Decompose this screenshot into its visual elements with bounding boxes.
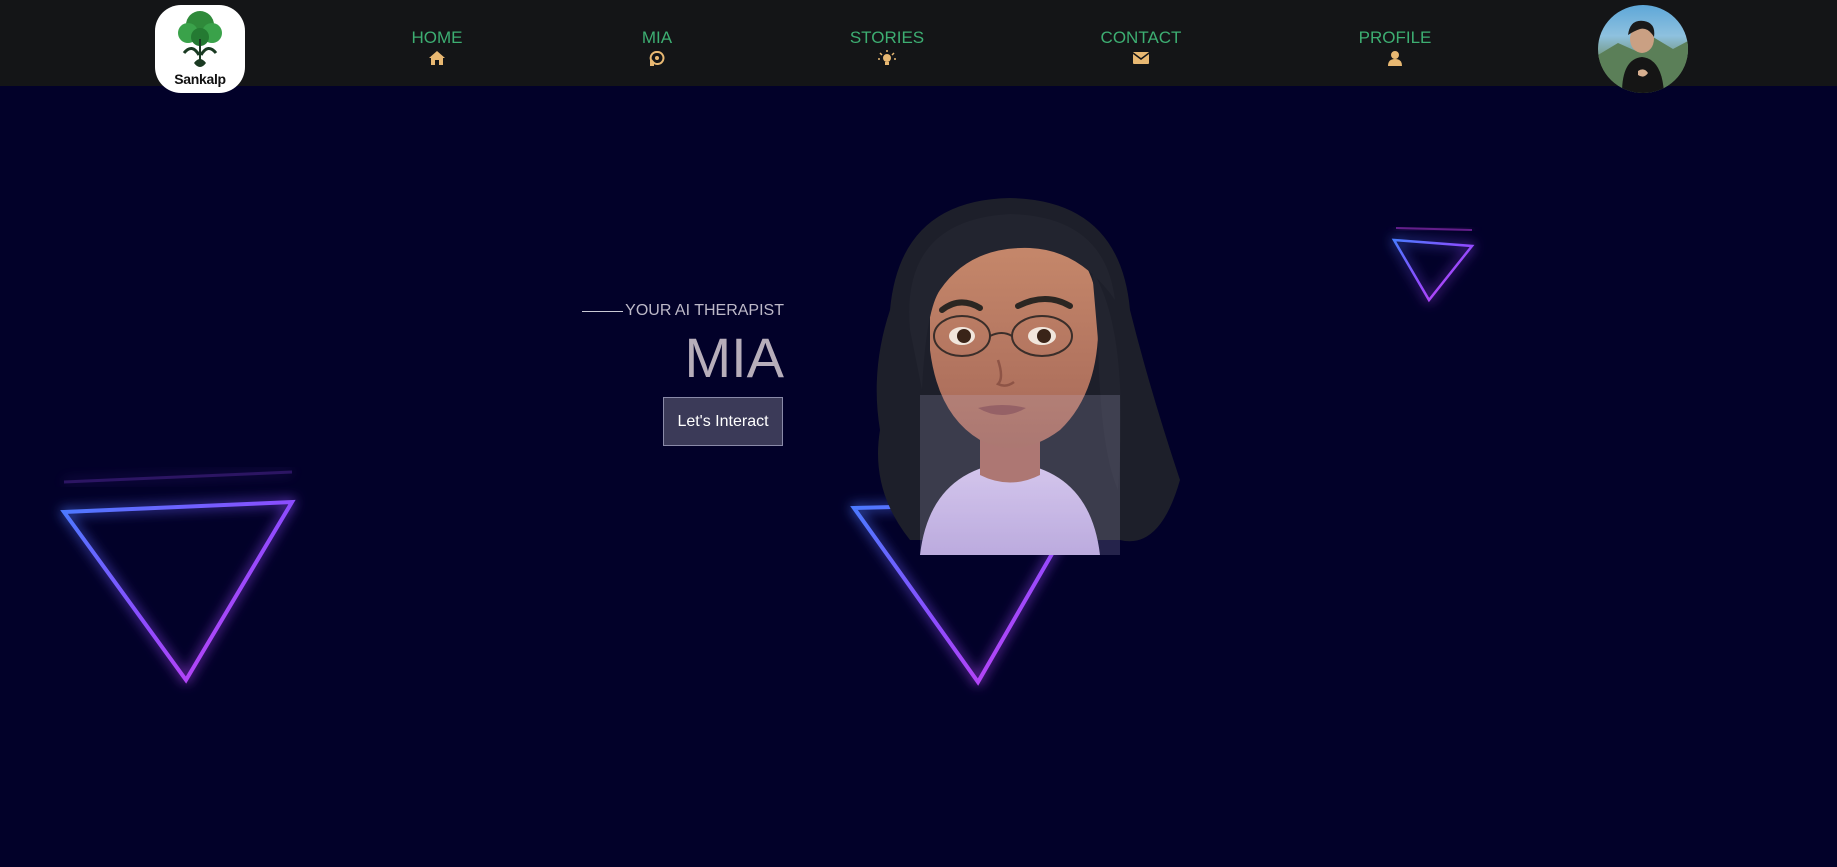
nav-item-contact[interactable]: CONTACT xyxy=(1071,28,1211,66)
user-icon xyxy=(1388,51,1402,66)
neon-triangle-right xyxy=(1391,227,1475,303)
lets-interact-button[interactable]: Let's Interact xyxy=(663,397,783,446)
nav-label-stories: STORIES xyxy=(849,28,925,47)
logo-text: Sankalp xyxy=(174,71,226,87)
nav-item-profile[interactable]: PROFILE xyxy=(1325,28,1465,66)
nav-item-mia[interactable]: MIA xyxy=(587,28,727,66)
tagline-divider xyxy=(582,311,623,312)
nav-label-mia: MIA xyxy=(641,28,673,47)
nav-item-stories[interactable]: STORIES xyxy=(817,28,957,66)
profile-photo xyxy=(1598,20,1688,93)
tree-logo-icon xyxy=(178,11,222,67)
hero-tagline: YOUR AI THERAPIST xyxy=(625,302,784,319)
logo[interactable]: Sankalp xyxy=(155,5,245,93)
hero-title: MIA xyxy=(684,326,784,389)
brain-icon xyxy=(649,51,665,66)
nav-label-profile: PROFILE xyxy=(1358,28,1432,47)
profile-avatar[interactable] xyxy=(1598,5,1688,93)
envelope-icon xyxy=(1132,52,1150,64)
nav-label-home: HOME xyxy=(411,28,463,47)
navbar: Sankalp HOME MIA STORIES CONTACT PROFILE xyxy=(0,0,1837,93)
nav-item-home[interactable]: HOME xyxy=(367,28,507,66)
tagline-row: YOUR AI THERAPIST xyxy=(582,301,784,321)
nav-label-contact: CONTACT xyxy=(1100,28,1182,47)
neon-triangle-left xyxy=(60,470,296,684)
page: Sankalp HOME MIA STORIES CONTACT PROFILE… xyxy=(0,0,1837,867)
mia-avatar-illustration xyxy=(876,198,1180,555)
home-icon xyxy=(429,51,445,65)
lightbulb-icon xyxy=(878,50,896,65)
